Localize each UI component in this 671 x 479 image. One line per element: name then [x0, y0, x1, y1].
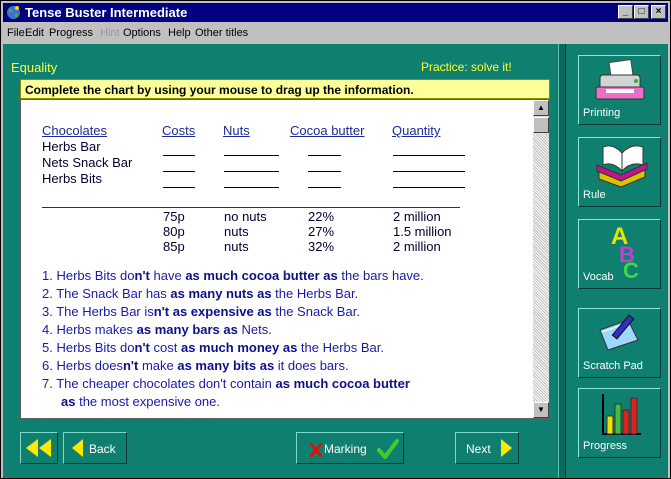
- product-herbs-bar: Herbs Bar: [42, 139, 101, 154]
- option-cocoa-22[interactable]: 22%: [308, 209, 334, 224]
- rewind-icon: [26, 439, 51, 457]
- back-arrow-icon: [72, 439, 83, 457]
- rewind-button[interactable]: [20, 432, 58, 464]
- clue-3: 3. The Herbs Bar isn't as expensive as t…: [42, 304, 360, 319]
- close-button[interactable]: ×: [651, 5, 666, 19]
- exercise-panel: Chocolates Costs Nuts Cocoa butter Quant…: [20, 99, 550, 419]
- menu-file[interactable]: File: [7, 27, 25, 39]
- header-chocolates: Chocolates: [42, 123, 108, 138]
- slot-herbs-bar-cost[interactable]: [163, 155, 195, 156]
- marking-label: Marking: [324, 442, 367, 456]
- slot-herbs-bits-nuts[interactable]: [224, 187, 279, 188]
- slot-herbs-bits-cost[interactable]: [163, 187, 195, 188]
- minimize-button[interactable]: _: [618, 5, 633, 19]
- instruction-bar: Complete the chart by using your mouse t…: [20, 79, 550, 99]
- progress-button[interactable]: Progress: [578, 388, 661, 458]
- printer-icon: [595, 59, 645, 100]
- option-cost-80p[interactable]: 80p: [163, 224, 185, 239]
- option-no-nuts[interactable]: no nuts: [224, 209, 267, 224]
- clue-6: 6. Herbs doesn't make as many bits as it…: [42, 358, 349, 373]
- slot-snack-bar-quantity[interactable]: [393, 171, 465, 172]
- scroll-thumb[interactable]: [533, 117, 549, 133]
- menu-bar: File Edit Progress Hint Options Help Oth…: [3, 23, 668, 43]
- option-cost-85p[interactable]: 85p: [163, 239, 185, 254]
- slot-herbs-bits-quantity[interactable]: [393, 187, 465, 188]
- option-cocoa-32[interactable]: 32%: [308, 239, 334, 254]
- slot-herbs-bar-nuts[interactable]: [224, 155, 279, 156]
- option-nuts-2[interactable]: nuts: [224, 239, 249, 254]
- application-window: Tense Buster Intermediate _ □ × File Edi…: [0, 0, 671, 479]
- clue-1: 1. Herbs Bits don't have as much cocoa b…: [42, 268, 424, 283]
- product-nets-snack-bar: Nets Snack Bar: [42, 155, 133, 170]
- vertical-scrollbar[interactable]: ▲ ▼: [533, 100, 549, 418]
- right-panel-divider: [558, 44, 566, 478]
- back-label: Back: [89, 442, 116, 456]
- progress-label: Progress: [583, 440, 628, 452]
- next-arrow-icon: [501, 439, 512, 457]
- app-globe-icon: [6, 5, 21, 20]
- product-herbs-bits: Herbs Bits: [42, 171, 102, 186]
- slot-snack-bar-nuts[interactable]: [224, 171, 279, 172]
- marking-button[interactable]: Marking: [296, 432, 404, 464]
- option-quantity-1-5m[interactable]: 1.5 million: [393, 224, 452, 239]
- slot-herbs-bits-cocoa[interactable]: [308, 187, 341, 188]
- lesson-title: Equality: [11, 60, 58, 75]
- option-quantity-2m-b[interactable]: 2 million: [393, 239, 441, 254]
- rule-label: Rule: [583, 189, 606, 201]
- clue-7: 7. The cheaper chocolates don't contain …: [42, 376, 410, 391]
- notepad-pen-icon: [599, 314, 639, 351]
- rule-button[interactable]: Rule: [578, 137, 661, 207]
- clue-7-continued: as the most expensive one.: [61, 394, 220, 409]
- check-icon: [377, 439, 399, 459]
- option-quantity-2m[interactable]: 2 million: [393, 209, 441, 224]
- practice-label: Practice: solve it!: [421, 60, 512, 74]
- book-icon: [596, 145, 648, 188]
- header-cocoa-butter: Cocoa butter: [290, 123, 365, 138]
- scratch-pad-button[interactable]: Scratch Pad: [578, 308, 661, 378]
- clue-5: 5. Herbs Bits don't cost as much money a…: [42, 340, 385, 355]
- vocab-label: Vocab: [583, 271, 614, 283]
- menu-help[interactable]: Help: [168, 27, 191, 39]
- menu-progress[interactable]: Progress: [49, 27, 93, 39]
- header-costs: Costs: [162, 123, 196, 138]
- scroll-down-button[interactable]: ▼: [533, 402, 549, 418]
- next-label: Next: [466, 442, 491, 456]
- vocab-button[interactable]: A B C Vocab: [578, 219, 661, 289]
- main-content: Equality Practice: solve it! Complete th…: [3, 44, 668, 478]
- bar-chart-icon: [602, 394, 641, 435]
- title-bar: Tense Buster Intermediate _ □ ×: [3, 3, 668, 22]
- svg-text:C: C: [623, 258, 639, 282]
- option-cocoa-27[interactable]: 27%: [308, 224, 334, 239]
- window-title: Tense Buster Intermediate: [25, 5, 188, 20]
- scratch-pad-label: Scratch Pad: [583, 360, 643, 372]
- menu-hint: Hint: [100, 27, 120, 39]
- slot-snack-bar-cocoa[interactable]: [308, 171, 341, 172]
- header-nuts: Nuts: [223, 123, 250, 138]
- scroll-up-button[interactable]: ▲: [533, 100, 549, 116]
- menu-edit[interactable]: Edit: [25, 27, 44, 39]
- printing-label: Printing: [583, 107, 621, 119]
- slot-herbs-bar-quantity[interactable]: [393, 155, 465, 156]
- option-cost-75p[interactable]: 75p: [163, 209, 185, 224]
- next-button[interactable]: Next: [455, 432, 519, 464]
- cross-icon: [310, 443, 322, 457]
- chart-divider: [42, 207, 460, 208]
- menu-other-titles[interactable]: Other titles: [195, 27, 248, 39]
- printing-button[interactable]: Printing: [578, 55, 661, 125]
- slot-herbs-bar-cocoa[interactable]: [308, 155, 341, 156]
- slot-snack-bar-cost[interactable]: [163, 171, 195, 172]
- clue-4: 4. Herbs makes as many bars as Nets.: [42, 322, 272, 337]
- menu-options[interactable]: Options: [123, 27, 161, 39]
- option-nuts-1[interactable]: nuts: [224, 224, 249, 239]
- maximize-button[interactable]: □: [634, 5, 649, 19]
- clue-2: 2. The Snack Bar has as many nuts as the…: [42, 286, 359, 301]
- back-button[interactable]: Back: [63, 432, 127, 464]
- scroll-track[interactable]: [533, 133, 549, 402]
- header-quantity: Quantity: [392, 123, 441, 138]
